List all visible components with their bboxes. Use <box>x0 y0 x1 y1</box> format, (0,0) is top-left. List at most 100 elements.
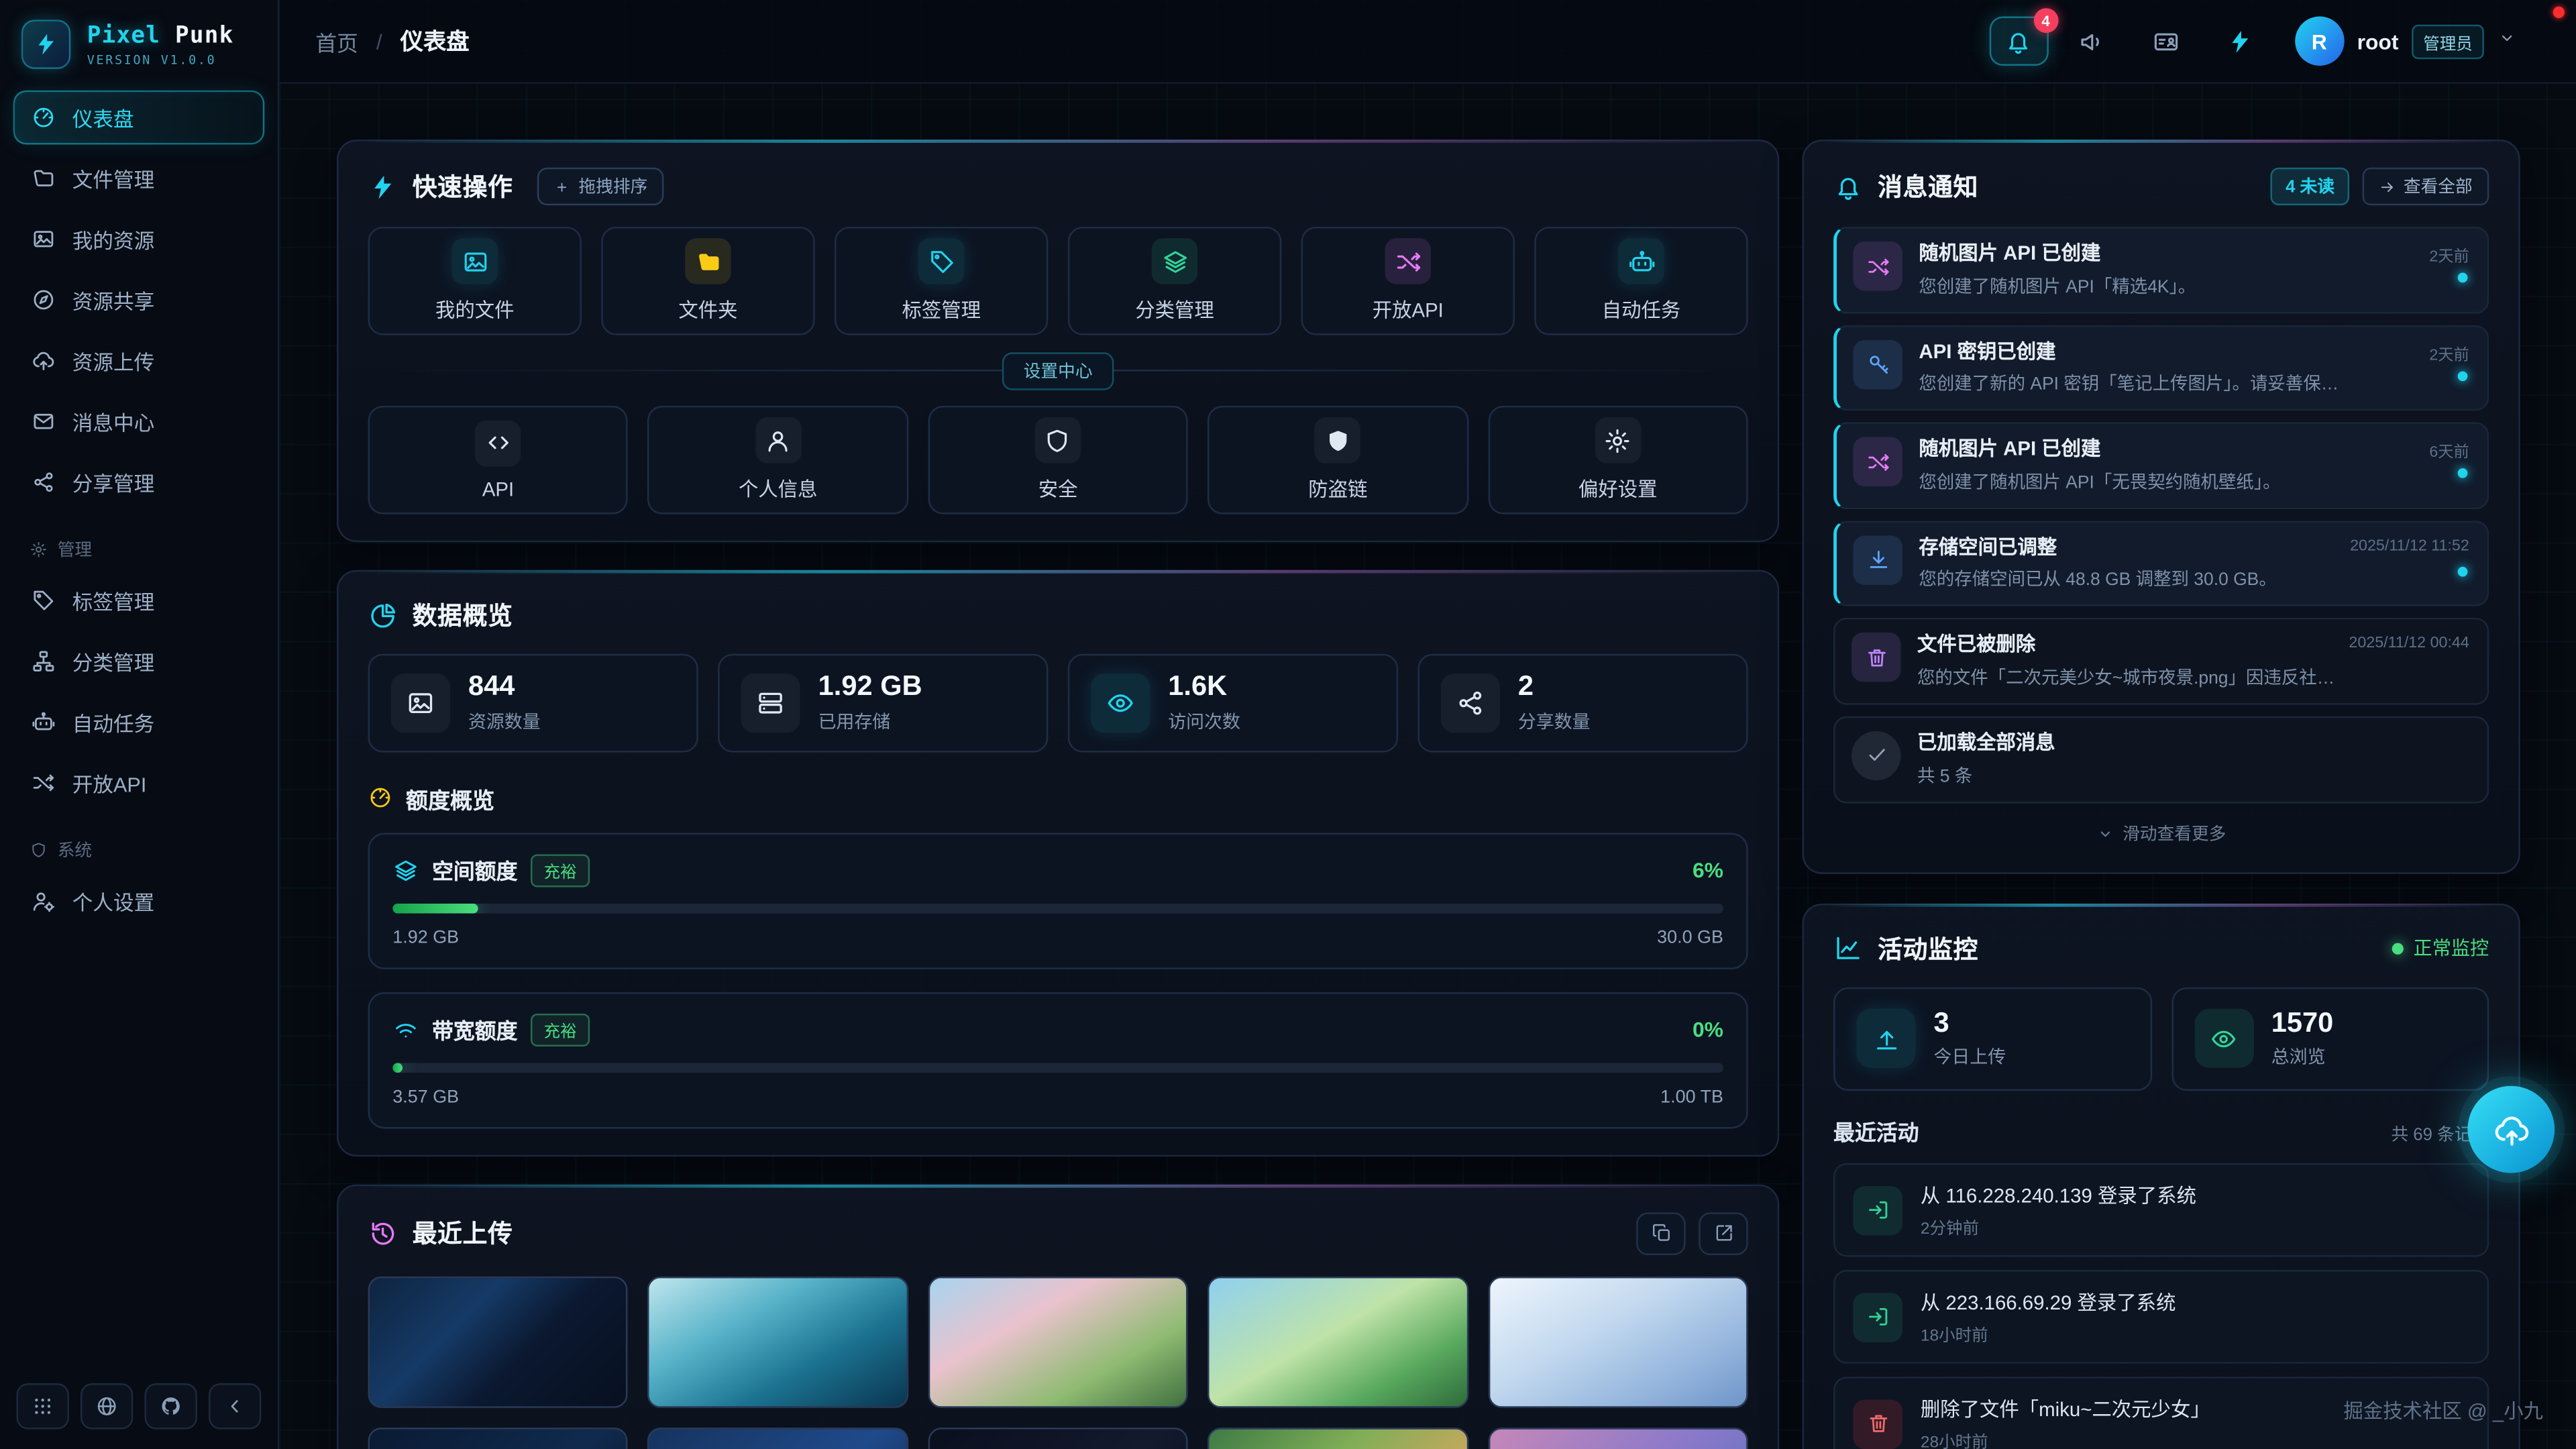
notification-icon <box>1853 535 1902 584</box>
bolt-logo-icon <box>21 19 70 68</box>
copy-button[interactable] <box>1636 1212 1685 1255</box>
sidebar-tool-button[interactable] <box>209 1383 261 1430</box>
sidebar-item-icon <box>32 889 56 914</box>
upload-fab-button[interactable] <box>2467 1086 2555 1173</box>
sidebar-item-label: 分类管理 <box>72 645 154 677</box>
dashboard-content: 快速操作 拖拽排序 我的文件 文件夹 <box>279 84 2576 1449</box>
upload-thumbnail[interactable] <box>1488 1427 1748 1449</box>
upload-thumbnail[interactable] <box>928 1427 1188 1449</box>
upload-thumbnail[interactable] <box>648 1427 908 1449</box>
sidebar-menu-item[interactable]: 个人设置 <box>13 874 265 928</box>
quick-action-button[interactable]: 文件夹 <box>601 227 814 335</box>
id-card-button[interactable] <box>2137 16 2196 65</box>
monitor-status-label: 正常监控 <box>2414 935 2489 961</box>
quota-percent: 0% <box>1693 1017 1723 1042</box>
notifications-button[interactable]: 4 <box>1989 16 2048 65</box>
quota-icon <box>392 1016 419 1042</box>
view-all-button[interactable]: 查看全部 <box>2363 168 2489 205</box>
sidebar-tool-button[interactable] <box>16 1383 68 1430</box>
sidebar-menu-admin: 标签管理 分类管理 自动任务 开放API <box>0 567 278 816</box>
sidebar-menu-item[interactable]: 仪表盘 <box>13 91 265 145</box>
scroll-for-more-label: 滑动查看更多 <box>2123 820 2226 845</box>
upload-thumbnail[interactable] <box>1488 1276 1748 1407</box>
sidebar-menu-item[interactable]: 开放API <box>13 756 265 810</box>
quick-action-button[interactable]: 开放API <box>1301 227 1515 335</box>
notification-item[interactable]: 随机图片 API 已创建 您创建了随机图片 API「无畏契约随机壁纸」。 6天前 <box>1833 423 2489 509</box>
quick-action-button[interactable]: API <box>368 406 629 515</box>
quick-action-icon <box>451 238 498 284</box>
shield-icon <box>30 841 48 859</box>
quick-actions-primary: 我的文件 文件夹 标签管理 分类管理 <box>368 227 1748 335</box>
upload-thumbnail[interactable] <box>1208 1427 1468 1449</box>
stat-label: 资源数量 <box>468 708 541 734</box>
pie-chart-icon <box>368 600 398 630</box>
notification-item[interactable]: 随机图片 API 已创建 您创建了随机图片 API「精选4K」。 2天前 <box>1833 227 2489 313</box>
app-window: Pixel Punk VERSION V1.0.0 仪表盘 文件管理 我的资源 … <box>0 0 2576 1449</box>
stat-card: 1.92 GB 已用存储 <box>718 654 1048 752</box>
upload-thumbnail[interactable] <box>368 1276 629 1407</box>
upload-thumbnail[interactable] <box>368 1427 629 1449</box>
notification-item[interactable]: 已加载全部消息 共 5 条 <box>1833 716 2489 803</box>
sidebar-item-icon <box>32 649 56 674</box>
notification-item[interactable]: 存储空间已调整 您的存储空间已从 48.8 GB 调整到 30.0 GB。 20… <box>1833 521 2489 607</box>
sidebar-menu-item[interactable]: 消息中心 <box>13 394 265 449</box>
activity-item-icon <box>1853 1186 1902 1235</box>
notification-title: 存储空间已调整 <box>1919 535 2276 561</box>
sidebar-menu-item[interactable]: 资源共享 <box>13 273 265 327</box>
sidebar-menu-item[interactable]: 资源上传 <box>13 333 265 388</box>
quick-action-button[interactable]: 标签管理 <box>835 227 1048 335</box>
quick-action-label: 偏好设置 <box>1578 475 1658 503</box>
top-bar: 首页 / 仪表盘 4 R root <box>279 0 2576 84</box>
sidebar-menu-item[interactable]: 分类管理 <box>13 634 265 688</box>
unread-dot <box>2458 273 2468 283</box>
notification-list: 随机图片 API 已创建 您创建了随机图片 API「精选4K」。 2天前 API… <box>1833 227 2489 803</box>
quick-action-button[interactable]: 分类管理 <box>1068 227 1281 335</box>
quick-actions-title: 快速操作 <box>413 169 513 203</box>
app-logo[interactable]: Pixel Punk VERSION V1.0.0 <box>0 0 278 84</box>
notification-item[interactable]: API 密钥已创建 您创建了新的 API 密钥「笔记上传图片」。请妥善保管您的密… <box>1833 325 2489 411</box>
quick-action-button[interactable]: 我的文件 <box>368 227 582 335</box>
sidebar-menu-item[interactable]: 自动任务 <box>13 695 265 749</box>
open-external-button[interactable] <box>1699 1212 1748 1255</box>
sidebar-footer <box>0 1364 278 1449</box>
stat-card: 2 分享数量 <box>1417 654 1748 752</box>
breadcrumb-home[interactable]: 首页 <box>315 25 358 57</box>
quick-action-label: 标签管理 <box>902 296 981 324</box>
notification-icon <box>1853 241 1902 290</box>
sidebar-item-icon <box>32 470 56 494</box>
quick-action-icon <box>1595 417 1641 464</box>
sidebar-tool-button[interactable] <box>80 1383 133 1430</box>
sidebar-menu-item[interactable]: 文件管理 <box>13 151 265 205</box>
line-chart-icon <box>1833 933 1863 963</box>
announcements-button[interactable] <box>2063 16 2122 65</box>
username: root <box>2357 29 2399 54</box>
quota-icon <box>392 857 419 883</box>
sidebar-menu-item[interactable]: 分享管理 <box>13 455 265 509</box>
quick-action-button[interactable]: 个人信息 <box>648 406 908 515</box>
drag-sort-badge[interactable]: 拖拽排序 <box>537 168 664 205</box>
watermark: 掘金技术社区 @ _小九 <box>2343 1397 2543 1425</box>
sidebar-item-label: 个人设置 <box>72 885 154 917</box>
quick-action-button[interactable]: 安全 <box>928 406 1188 515</box>
quick-actions-secondary: API 个人信息 安全 防盗链 <box>368 406 1748 515</box>
quick-action-button[interactable]: 防盗链 <box>1208 406 1468 515</box>
quick-boost-button[interactable] <box>2211 16 2270 65</box>
quota-percent: 6% <box>1693 858 1723 883</box>
notification-item[interactable]: 文件已被删除 您的文件「二次元美少女~城市夜景.png」因违反社区规则被管理员删… <box>1833 619 2489 705</box>
quick-action-label: 开放API <box>1373 296 1444 324</box>
quick-action-button[interactable]: 自动任务 <box>1534 227 1748 335</box>
arrow-right-icon <box>2379 178 2395 195</box>
sidebar-menu-item[interactable]: 标签管理 <box>13 574 265 628</box>
upload-thumbnail[interactable] <box>1208 1276 1468 1407</box>
quick-action-button[interactable]: 偏好设置 <box>1488 406 1748 515</box>
scroll-for-more[interactable]: 滑动查看更多 <box>1833 820 2489 845</box>
quick-action-label: 自动任务 <box>1602 296 1681 324</box>
notification-title: 随机图片 API 已创建 <box>1919 437 2280 463</box>
upload-thumbnail[interactable] <box>648 1276 908 1407</box>
recording-dot <box>2553 7 2565 18</box>
user-menu[interactable]: R root 管理员 <box>2295 16 2517 65</box>
sidebar-menu-item[interactable]: 我的资源 <box>13 212 265 266</box>
sidebar-tool-button[interactable] <box>145 1383 197 1430</box>
stat-label: 已用存储 <box>818 708 922 734</box>
upload-thumbnail[interactable] <box>928 1276 1188 1407</box>
